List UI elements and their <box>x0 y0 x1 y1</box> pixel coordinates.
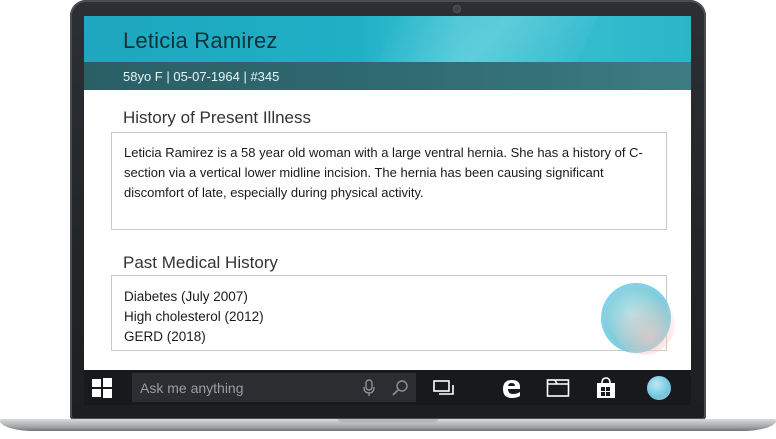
pmh-item: GERD (2018) <box>124 329 206 344</box>
webcam <box>453 5 461 13</box>
search-icon[interactable] <box>390 373 410 402</box>
laptop-notch <box>338 419 438 423</box>
cortana-icon[interactable] <box>645 370 673 405</box>
patient-meta: 58yo F | 05-07-1964 | #345 <box>123 69 280 84</box>
patient-name: Leticia Ramirez <box>123 28 278 53</box>
microphone-icon[interactable] <box>360 373 378 402</box>
orb-layer-pink <box>613 293 675 355</box>
hpi-text: Leticia Ramirez is a 58 year old woman w… <box>124 145 643 200</box>
patient-header: Leticia Ramirez <box>84 16 691 62</box>
header-shine <box>365 16 603 62</box>
windows-start-icon[interactable] <box>88 370 116 405</box>
pmh-list: Diabetes (July 2007) High cholesterol (2… <box>124 287 264 347</box>
file-explorer-icon[interactable] <box>544 370 572 405</box>
hpi-title: History of Present Illness <box>123 108 312 127</box>
task-view-icon[interactable] <box>430 370 458 405</box>
pmh-title: Past Medical History <box>123 253 278 272</box>
pmh-box: Diabetes (July 2007) High cholesterol (2… <box>111 275 667 351</box>
edge-browser-icon[interactable] <box>498 370 526 405</box>
search-placeholder: Ask me anything <box>140 380 244 396</box>
patient-info-bar: 58yo F | 05-07-1964 | #345 <box>84 62 691 90</box>
search-box[interactable]: Ask me anything <box>132 373 416 402</box>
pmh-item: Diabetes (July 2007) <box>124 289 248 304</box>
taskbar: Ask me anything <box>84 370 691 405</box>
cortana-orb[interactable] <box>599 279 679 359</box>
pmh-item: High cholesterol (2012) <box>124 309 264 324</box>
hpi-box: Leticia Ramirez is a 58 year old woman w… <box>111 132 667 230</box>
screen: Leticia Ramirez 58yo F | 05-07-1964 | #3… <box>84 16 691 405</box>
cortana-mini-orb <box>647 375 671 400</box>
store-icon[interactable] <box>592 370 620 405</box>
